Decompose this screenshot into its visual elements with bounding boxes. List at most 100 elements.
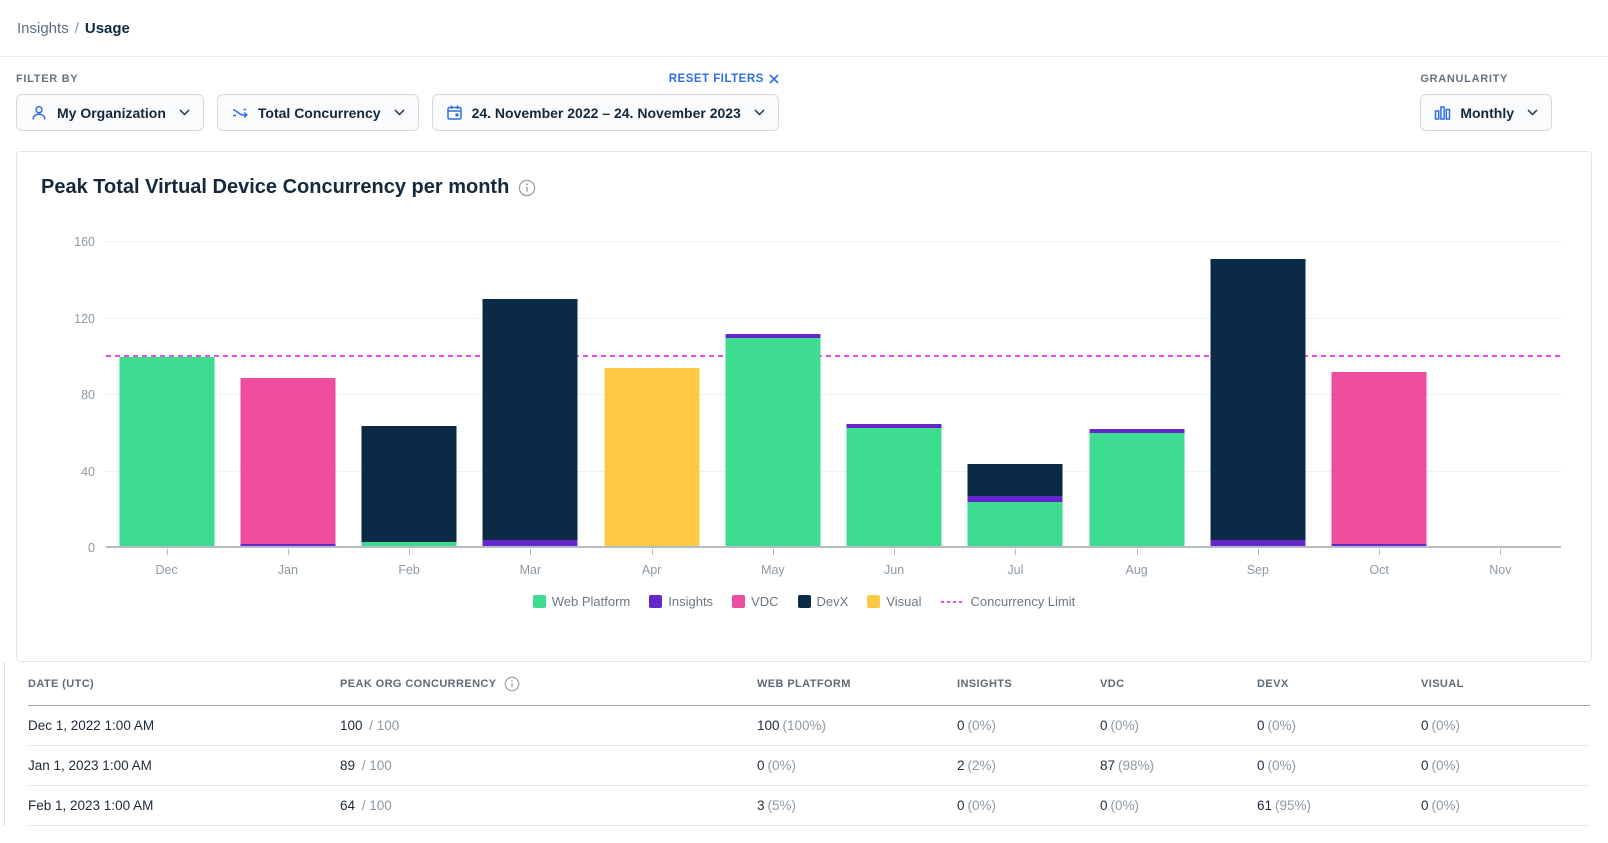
devx-cell: 61(95%) (1257, 798, 1421, 813)
legend-item-visual[interactable]: Visual (867, 594, 921, 609)
devx-cell: 0(0%) (1257, 718, 1421, 733)
x-axis-month-label: May (712, 563, 833, 577)
stacked-bar[interactable] (362, 242, 457, 548)
bar-segment-web[interactable] (1089, 433, 1184, 548)
date-cell: Dec 1, 2022 1:00 AM (28, 718, 340, 733)
stacked-bar[interactable] (119, 242, 214, 548)
product-percent: (100%) (783, 718, 827, 733)
bar-segment-web[interactable] (847, 428, 942, 548)
legend-label: Insights (668, 594, 713, 609)
chevron-down-icon (394, 109, 405, 116)
visual-cell: 0(0%) (1421, 718, 1590, 733)
stacked-bar[interactable] (1332, 242, 1427, 548)
x-axis-line (106, 546, 1561, 548)
x-axis-tick (1015, 549, 1016, 555)
month-slot: Feb (349, 242, 470, 548)
legend-item-concurrency-limit[interactable]: Concurrency Limit (941, 594, 1076, 609)
stacked-bar[interactable] (483, 242, 578, 548)
stacked-bar[interactable] (1453, 242, 1548, 548)
y-axis-tick-label: 160 (74, 235, 95, 249)
devx-cell: 0(0%) (1257, 758, 1421, 773)
peak-concurrency-cell: 64 / 100 (340, 798, 757, 813)
product-percent: (0%) (968, 718, 997, 733)
product-percent: (0%) (768, 758, 797, 773)
bar-segment-web[interactable] (725, 338, 820, 548)
legend-swatch-web (533, 595, 546, 608)
x-axis-tick (288, 549, 289, 555)
breadcrumb-insights[interactable]: Insights (17, 20, 69, 37)
stacked-bar[interactable] (604, 242, 699, 548)
product-value: 0 (1421, 758, 1429, 773)
month-slot: May (712, 242, 833, 548)
filter-by-label: FILTER BY (16, 73, 779, 85)
column-header: PEAK ORG CONCURRENCY (340, 676, 757, 692)
x-axis-month-label: Feb (349, 563, 470, 577)
bar-segment-devx[interactable] (362, 426, 457, 543)
organization-filter-label: My Organization (57, 105, 166, 121)
bar-segment-devx[interactable] (1210, 259, 1305, 540)
product-value: 0 (1421, 718, 1429, 733)
legend-item-web[interactable]: Web Platform (533, 594, 631, 609)
product-value: 0 (1257, 718, 1265, 733)
legend-label: Visual (886, 594, 921, 609)
column-header: VDC (1100, 678, 1257, 690)
product-value: 0 (957, 718, 965, 733)
peak-concurrency-cell: 100 / 100 (340, 718, 757, 733)
reset-filters-button[interactable]: RESET FILTERS (669, 73, 779, 85)
legend-item-insights[interactable]: Insights (649, 594, 713, 609)
stacked-bar[interactable] (725, 242, 820, 548)
bar-segment-devx[interactable] (968, 464, 1063, 497)
metric-filter-label: Total Concurrency (258, 105, 381, 121)
legend-item-devx[interactable]: DevX (798, 594, 849, 609)
column-header: INSIGHTS (957, 678, 1100, 690)
organization-filter-dropdown[interactable]: My Organization (16, 94, 204, 131)
product-percent: (0%) (1268, 758, 1297, 773)
month-slot: Dec (106, 242, 227, 548)
column-header-label: PEAK ORG CONCURRENCY (340, 678, 497, 690)
date-range-label: 24. November 2022 – 24. November 2023 (472, 105, 741, 121)
legend-label: DevX (817, 594, 849, 609)
x-axis-tick (1379, 549, 1380, 555)
close-icon (769, 74, 779, 84)
x-axis-month-label: Jan (227, 563, 348, 577)
month-slot: Sep (1197, 242, 1318, 548)
month-slot: Oct (1319, 242, 1440, 548)
chevron-down-icon (1527, 109, 1538, 116)
chart-card: Peak Total Virtual Device Concurrency pe… (16, 151, 1592, 662)
metric-filter-dropdown[interactable]: Total Concurrency (217, 94, 419, 131)
stacked-bar[interactable] (847, 242, 942, 548)
bar-segment-web[interactable] (968, 502, 1063, 548)
month-slot: Jun (834, 242, 955, 548)
info-icon[interactable] (518, 179, 536, 197)
web-platform-cell: 3(5%) (757, 798, 957, 813)
month-slot: Aug (1076, 242, 1197, 548)
stacked-bar[interactable] (968, 242, 1063, 548)
x-axis-tick (1500, 549, 1501, 555)
table-header-row: DATE (UTC)PEAK ORG CONCURRENCYWEB PLATFO… (28, 662, 1590, 706)
bar-segment-vdc[interactable] (240, 378, 335, 544)
peak-concurrency-cell: 89 / 100 (340, 758, 757, 773)
bar-segment-visual[interactable] (604, 368, 699, 546)
x-axis-tick (409, 549, 410, 555)
column-header: DATE (UTC) (28, 678, 340, 690)
x-axis-month-label: Jun (834, 563, 955, 577)
date-range-dropdown[interactable]: 24. November 2022 – 24. November 2023 (432, 94, 779, 131)
info-icon[interactable] (504, 676, 520, 692)
bar-segment-web[interactable] (119, 357, 214, 548)
stacked-bar[interactable] (1210, 242, 1305, 548)
chart-title: Peak Total Virtual Device Concurrency pe… (41, 176, 509, 199)
product-value: 0 (1421, 798, 1429, 813)
y-axis-tick-label: 0 (88, 541, 95, 555)
granularity-dropdown[interactable]: Monthly (1420, 94, 1552, 131)
bar-segment-devx[interactable] (483, 299, 578, 540)
web-platform-cell: 100(100%) (757, 718, 957, 733)
column-header-label: VDC (1100, 678, 1124, 690)
bar-segment-vdc[interactable] (1332, 372, 1427, 544)
column-header-label: VISUAL (1421, 678, 1464, 690)
stacked-bar[interactable] (240, 242, 335, 548)
legend-swatch-concurrency-limit (941, 601, 965, 603)
legend-item-vdc[interactable]: VDC (732, 594, 778, 609)
legend-swatch-vdc (732, 595, 745, 608)
x-axis-month-label: Mar (470, 563, 591, 577)
stacked-bar[interactable] (1089, 242, 1184, 548)
